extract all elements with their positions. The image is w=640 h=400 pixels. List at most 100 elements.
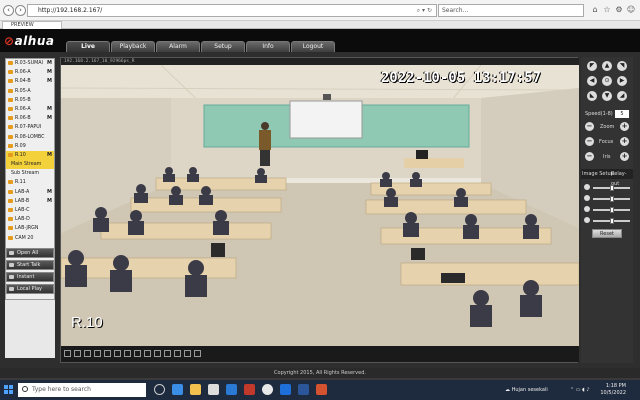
channel-item[interactable]: R.09 xyxy=(6,142,54,151)
channel-item[interactable]: R.06-A M xyxy=(6,105,54,114)
ptz-center-icon[interactable]: ⊙ xyxy=(602,76,612,86)
browser-tab[interactable]: PREVIEW xyxy=(2,21,62,29)
main-stream-flag[interactable]: M xyxy=(47,114,52,123)
word-icon[interactable] xyxy=(298,384,309,395)
stream-icon[interactable] xyxy=(184,350,191,357)
tab-logout[interactable]: Logout xyxy=(291,41,335,52)
focus-plus-icon[interactable]: + xyxy=(620,137,629,146)
tab-image-setup[interactable]: Image Setup xyxy=(582,169,614,179)
channel-item[interactable]: R.08-LOMBC xyxy=(6,133,54,142)
edge-icon[interactable] xyxy=(172,384,183,395)
iris-minus-icon[interactable]: − xyxy=(585,152,594,161)
internet-explorer-icon[interactable] xyxy=(280,384,291,395)
store-icon[interactable] xyxy=(208,384,219,395)
zoom-icon[interactable] xyxy=(164,350,171,357)
channel-item[interactable]: LAB-JRGN xyxy=(6,224,54,233)
reset-button[interactable]: Reset xyxy=(592,229,622,238)
main-stream-flag[interactable]: M xyxy=(47,197,52,206)
channel-item[interactable]: LAB-D xyxy=(6,215,54,224)
home-icon[interactable]: ⌂ xyxy=(590,5,600,15)
weather-text[interactable]: ☁ Hujan sesekali xyxy=(505,380,548,400)
snapshot-icon[interactable] xyxy=(134,350,141,357)
ptz-right-icon[interactable]: ▶ xyxy=(617,76,627,86)
channel-item[interactable]: R.05-B xyxy=(6,96,54,105)
channel-item[interactable]: R.05-A xyxy=(6,87,54,96)
stream-option[interactable]: Main Stream xyxy=(6,160,54,170)
layout-16-icon[interactable] xyxy=(104,350,111,357)
fullscreen-icon[interactable] xyxy=(94,350,101,357)
brightness-knob[interactable] xyxy=(609,185,614,191)
ptz-left-icon[interactable]: ◀ xyxy=(587,76,597,86)
channel-item[interactable]: R.06-A M xyxy=(6,68,54,77)
layout-9-icon[interactable] xyxy=(84,350,91,357)
settings-icon[interactable]: ⚙ xyxy=(614,5,624,15)
channel-item[interactable]: CAM 20 xyxy=(6,234,54,243)
channel-item[interactable]: R.06-B M xyxy=(6,114,54,123)
taskbar-search-input[interactable]: Type here to search xyxy=(18,383,146,397)
start-talk-button[interactable]: Start Talk xyxy=(6,260,54,270)
ptz-down-icon[interactable]: ▼ xyxy=(602,91,612,101)
tab-live[interactable]: Live xyxy=(66,41,110,52)
speed-select[interactable]: 5 xyxy=(615,110,629,118)
task-view-icon[interactable] xyxy=(154,384,165,395)
hue-knob[interactable] xyxy=(609,218,614,224)
local-play-button[interactable]: Local Play xyxy=(6,284,54,294)
contrast-knob[interactable] xyxy=(609,196,614,202)
favorites-icon[interactable]: ☆ xyxy=(602,5,612,15)
tab-alarm[interactable]: Alarm xyxy=(156,41,200,52)
taskbar-clock[interactable]: 1:18 PM 10/5/2022 xyxy=(600,383,626,397)
video-feed[interactable]: 192.168.2.167_10_92966ps_R 2022-10-05 13… xyxy=(61,58,579,346)
refresh-icon[interactable]: ⌕ ▾ ↻ xyxy=(417,5,432,16)
ptz-down-right-icon[interactable]: ◢ xyxy=(617,91,627,101)
address-bar[interactable]: http://192.168.2.167/ ⌕ ▾ ↻ xyxy=(27,4,437,17)
contrast-slider[interactable] xyxy=(584,195,630,203)
ptz-up-right-icon[interactable]: ◥ xyxy=(617,61,627,71)
channel-item[interactable]: R.03-SUMAI M xyxy=(6,59,54,68)
main-stream-flag[interactable]: M xyxy=(47,151,52,160)
zoom-minus-icon[interactable]: − xyxy=(585,122,594,131)
stream-option[interactable]: Sub Stream xyxy=(6,169,54,178)
fluency-icon[interactable] xyxy=(194,350,201,357)
windows-start-icon[interactable] xyxy=(4,385,14,395)
file-explorer-icon[interactable] xyxy=(190,384,201,395)
channel-item[interactable]: LAB-A M xyxy=(6,188,54,197)
ptz-up-left-icon[interactable]: ◤ xyxy=(587,61,597,71)
ptz-up-icon[interactable]: ▲ xyxy=(602,61,612,71)
audio-icon[interactable] xyxy=(154,350,161,357)
main-stream-flag[interactable]: M xyxy=(47,188,52,197)
open-all-button[interactable]: Open All xyxy=(6,248,54,258)
tab-info[interactable]: Info xyxy=(246,41,290,52)
ptz-down-left-icon[interactable]: ◣ xyxy=(587,91,597,101)
chrome-icon[interactable] xyxy=(262,384,273,395)
instant-record-button[interactable]: Instant Record xyxy=(6,272,54,288)
back-icon[interactable]: ‹ xyxy=(3,5,14,16)
main-stream-flag[interactable]: M xyxy=(47,59,52,68)
focus-minus-icon[interactable]: − xyxy=(585,137,594,146)
iris-plus-icon[interactable]: + xyxy=(620,152,629,161)
tray-icons[interactable]: ⌃ ▭ ◖ ♪ xyxy=(570,380,590,400)
smiley-icon[interactable]: ☺ xyxy=(626,5,636,15)
channel-item[interactable]: R.04-B M xyxy=(6,77,54,86)
tab-setup[interactable]: Setup xyxy=(201,41,245,52)
tab-relay-out[interactable]: Relay-out xyxy=(611,169,633,187)
saturation-slider[interactable] xyxy=(584,206,630,214)
mail-icon[interactable] xyxy=(226,384,237,395)
browser-search-input[interactable]: Search... xyxy=(438,4,584,17)
channel-item[interactable]: LAB-C xyxy=(6,206,54,215)
hue-slider[interactable] xyxy=(584,217,630,225)
saturation-knob[interactable] xyxy=(609,207,614,213)
main-stream-flag[interactable]: M xyxy=(47,68,52,77)
layout-4-icon[interactable] xyxy=(74,350,81,357)
brightness-slider[interactable] xyxy=(584,184,630,192)
main-stream-flag[interactable]: M xyxy=(47,77,52,86)
channel-item[interactable]: R.11 xyxy=(6,178,54,187)
forward-icon[interactable]: › xyxy=(15,5,26,16)
powerpoint-icon[interactable] xyxy=(316,384,327,395)
record-icon[interactable] xyxy=(144,350,151,357)
layout-36-icon[interactable] xyxy=(124,350,131,357)
zoom-plus-icon[interactable]: + xyxy=(620,122,629,131)
channel-item[interactable]: LAB-B M xyxy=(6,197,54,206)
channel-item[interactable]: R.10 M xyxy=(6,150,54,161)
ratio-icon[interactable] xyxy=(174,350,181,357)
tab-playback[interactable]: Playback xyxy=(111,41,155,52)
